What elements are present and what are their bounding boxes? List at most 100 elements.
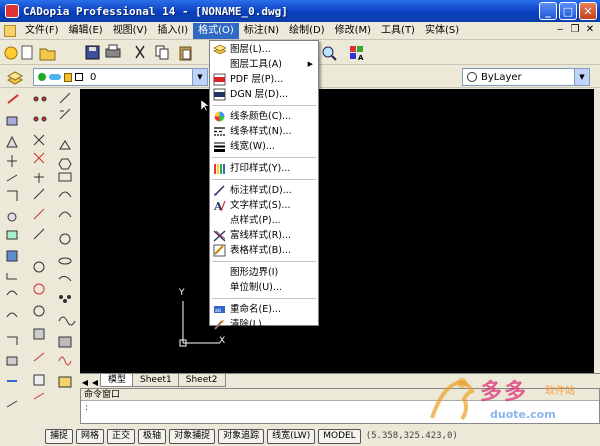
menu-separator	[212, 179, 316, 180]
format-menu-item[interactable]: 打印样式(Y)...	[210, 161, 318, 176]
format-menu-item-label: 重命名(E)...	[230, 304, 281, 315]
format-menu-item-label: 清除(L)...	[230, 319, 271, 330]
menu-item[interactable]: 绘制(D)	[284, 23, 330, 39]
doc-close-icon[interactable]: ✕	[584, 24, 596, 36]
menu-item[interactable]: 文件(F)	[20, 23, 64, 39]
table-style-icon	[213, 244, 226, 257]
zoom-icon	[322, 46, 337, 61]
layout-tabs: ◀ ◀ 模型 Sheet1 Sheet2	[80, 373, 600, 387]
menu-separator	[212, 105, 316, 106]
status-toggle-button[interactable]: 极轴	[138, 428, 167, 444]
minimize-button[interactable]: _	[539, 2, 557, 20]
layer-color-icon	[75, 73, 83, 81]
status-toggle-button[interactable]: MODEL	[318, 428, 361, 444]
layer-lock-icon	[64, 72, 72, 82]
title-bar[interactable]: CADopia Professional 14 - [NONAME_0.dwg]…	[0, 0, 600, 22]
menu-item[interactable]: 格式(O)	[193, 22, 239, 39]
ucs-x-label: X	[219, 336, 226, 346]
status-bar: 捕捉 网格 正交 极轴 对象捕捉 对象追踪 线宽(LW) MODEL (5.358,325.4…	[0, 426, 600, 446]
tab-first-icon[interactable]: ◀	[80, 378, 90, 387]
menu-item[interactable]: 视图(V)	[108, 23, 153, 39]
tab-layout[interactable]: 模型	[100, 374, 135, 387]
maximize-button[interactable]: □	[559, 2, 577, 20]
status-toggle-button[interactable]: 对象捕捉	[169, 428, 216, 444]
app-icon[interactable]	[5, 4, 19, 18]
format-menu-item-label: 线宽(W)...	[230, 141, 275, 152]
document-icon[interactable]	[4, 24, 16, 37]
color-wheel-icon	[213, 110, 226, 123]
format-menu-item[interactable]: 清除(L)...	[210, 317, 318, 332]
layer-dropdown[interactable]: 0 ▼	[33, 68, 208, 86]
chevron-down-icon[interactable]: ▼	[192, 69, 207, 85]
menu-item[interactable]: 工具(T)	[376, 23, 420, 39]
open-file-icon	[39, 48, 56, 61]
bylayer-icon	[467, 72, 477, 82]
vertical-scrollbar[interactable]	[594, 89, 600, 373]
window-title: CADopia Professional 14 - [NONAME_0.dwg]	[23, 4, 288, 18]
draw-modify-tool-icons[interactable]	[0, 89, 80, 426]
svg-text:ab: ab	[215, 308, 221, 314]
format-menu-item[interactable]: 线宽(W)...	[210, 139, 318, 154]
format-menu-item[interactable]: 单位制(U)...	[210, 280, 318, 295]
format-menu-item-label: 表格样式(B)...	[230, 245, 291, 256]
format-menu-item-label: 富线样式(R)...	[230, 230, 292, 241]
format-menu-item[interactable]: 图层工具(A) ▶	[210, 57, 318, 72]
format-menu-item-label: 图形边界(I)	[230, 267, 279, 278]
format-menu-item[interactable]: 线条样式(N)...	[210, 124, 318, 139]
command-window[interactable]: 命令窗口 :	[80, 388, 600, 424]
ucs-y-label: Y	[179, 288, 185, 298]
status-toggle-button[interactable]: 对象追踪	[218, 428, 265, 444]
format-menu-item[interactable]: 点样式(P)...	[210, 213, 318, 228]
format-menu: 图层(L)... 图层工具(A) ▶ PDF 层(P)... DGN 层(D)... 线条…	[209, 40, 319, 330]
menu-item[interactable]: 编辑(E)	[64, 23, 108, 39]
layer-manager-icon[interactable]	[0, 66, 30, 88]
close-button[interactable]: ✕	[579, 2, 597, 20]
tab-prev-icon[interactable]: ◀	[90, 378, 100, 387]
format-menu-item[interactable]: 图层(L)...	[210, 42, 318, 57]
format-menu-item[interactable]: 线条颜色(C)...	[210, 109, 318, 124]
format-menu-item-label: 单位制(U)...	[230, 282, 282, 293]
menu-item[interactable]: 插入(I)	[152, 23, 193, 39]
print-icon	[105, 44, 121, 58]
layer-value: 0	[90, 71, 97, 83]
format-menu-item[interactable]: DGN 层(D)...	[210, 87, 318, 102]
format-menu-item[interactable]: ab 重命名(E)...	[210, 302, 318, 317]
menu-item[interactable]: 实体(S)	[420, 23, 464, 39]
submenu-arrow-icon: ▶	[307, 60, 313, 68]
format-menu-item-label: DGN 层(D)...	[230, 89, 289, 100]
ucs-icon	[179, 99, 220, 347]
status-toggle-button[interactable]: 网格	[76, 428, 105, 444]
cad-logo-icon	[4, 46, 18, 60]
format-menu-item-label: 文字样式(S)...	[230, 200, 291, 211]
format-menu-item-label: 打印样式(Y)...	[230, 163, 291, 174]
purge-icon	[213, 318, 226, 331]
format-menu-item-label: 线条样式(N)...	[230, 126, 292, 137]
tab-layout[interactable]: Sheet1	[132, 374, 180, 387]
format-menu-item[interactable]: PDF 层(P)...	[210, 72, 318, 87]
drawing-canvas[interactable]: Y X	[80, 89, 594, 373]
properties-icon: A	[350, 46, 364, 62]
menu-item[interactable]: 修改(M)	[330, 23, 376, 39]
doc-restore-icon[interactable]: ❐	[569, 24, 581, 36]
menu-item[interactable]: 标注(N)	[239, 23, 284, 39]
tab-layout[interactable]: Sheet2	[177, 374, 226, 387]
format-menu-item[interactable]: A 文字样式(S)...	[210, 198, 318, 213]
status-toggle-button[interactable]: 捕捉	[45, 428, 74, 444]
format-menu-item[interactable]: 图形边界(I)	[210, 265, 318, 280]
menu-separator	[212, 157, 316, 158]
layer-on-icon	[38, 73, 46, 81]
text-style-icon: A	[213, 199, 226, 213]
format-menu-item-label: 图层工具(A)	[230, 59, 282, 70]
doc-minimize-icon[interactable]: ‒	[554, 24, 566, 36]
format-menu-item[interactable]: 标注样式(D)...	[210, 183, 318, 198]
chevron-down-icon[interactable]: ▼	[574, 69, 589, 85]
mline-style-icon	[213, 229, 226, 242]
format-menu-item[interactable]: 富线样式(R)...	[210, 228, 318, 243]
format-menu-item[interactable]: 表格样式(B)...	[210, 243, 318, 258]
command-prompt[interactable]: :	[81, 401, 599, 415]
status-toggle-button[interactable]: 正交	[107, 428, 136, 444]
format-menu-item-label: PDF 层(P)...	[230, 74, 284, 85]
status-toggle-button[interactable]: 线宽(LW)	[267, 428, 316, 444]
linetype-dropdown[interactable]: ByLayer ▼	[462, 68, 590, 86]
layer-freeze-icon	[49, 74, 61, 80]
